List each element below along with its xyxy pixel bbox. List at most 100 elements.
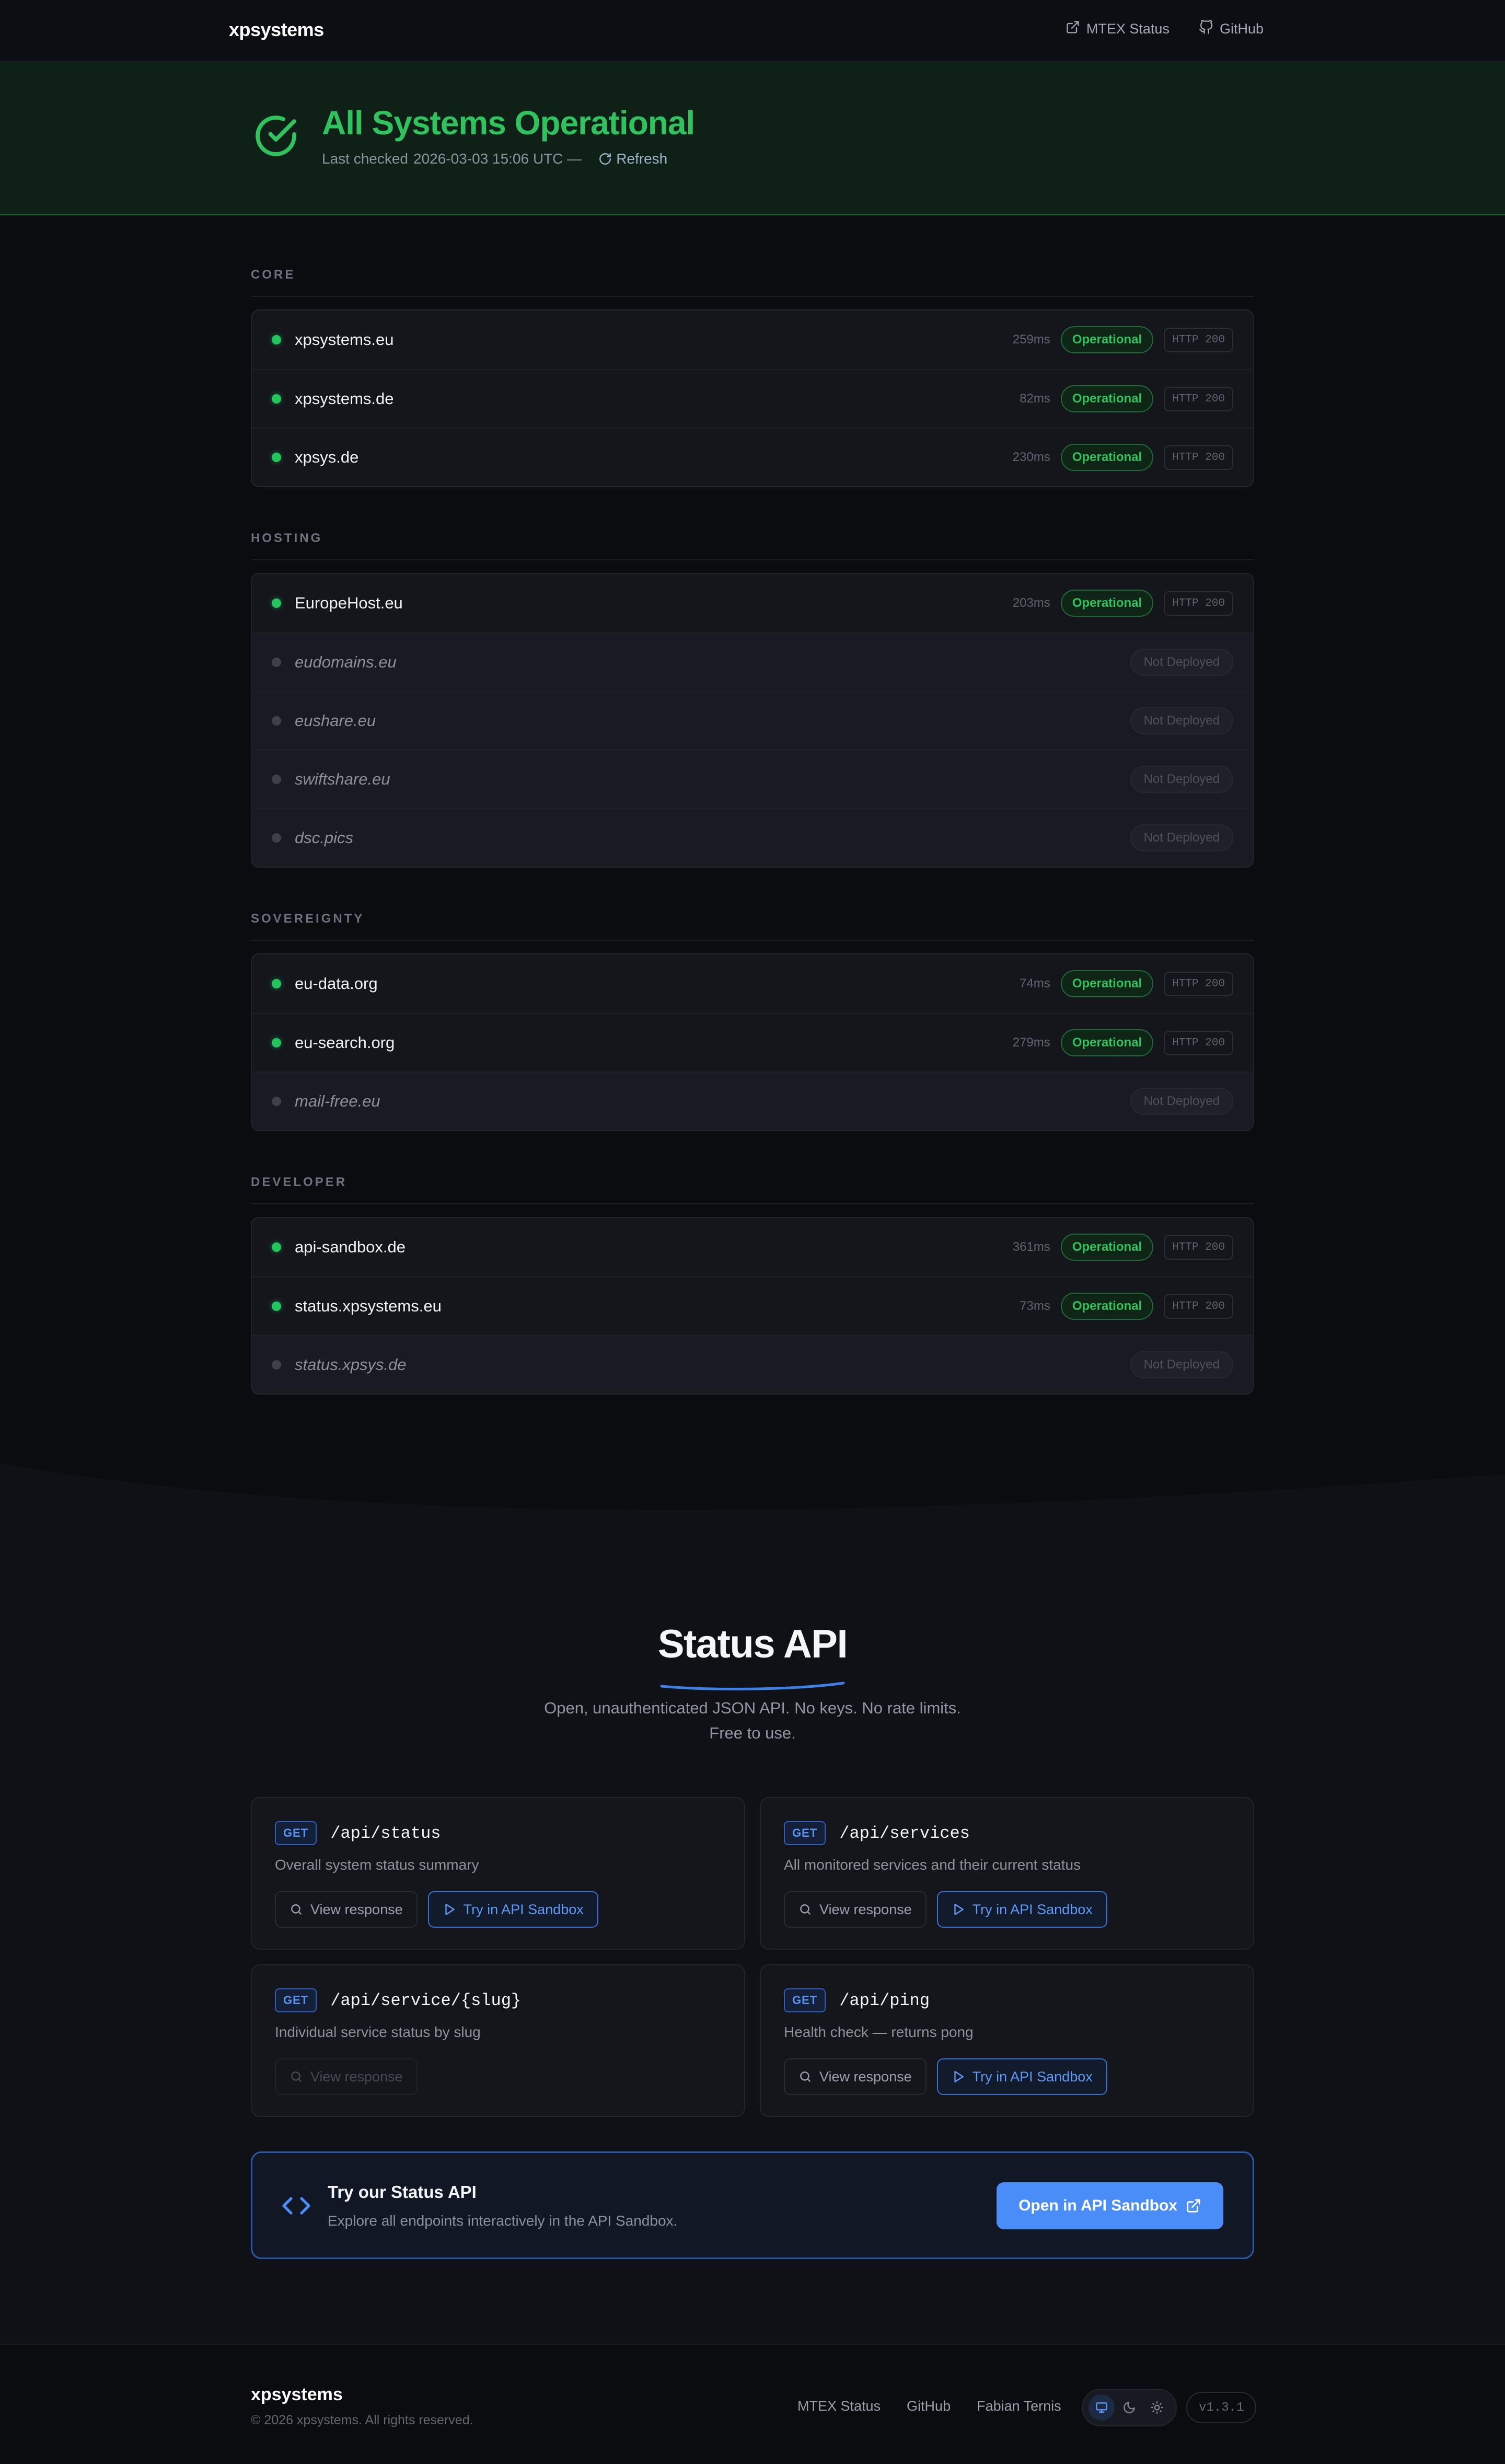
open-sandbox-button[interactable]: Open in API Sandbox <box>997 2182 1223 2229</box>
group-label-hosting: HOSTING <box>251 531 1254 560</box>
theme-light-button[interactable] <box>1144 2394 1170 2421</box>
footer-logo[interactable]: xpsystems <box>251 2385 343 2405</box>
service-row[interactable]: eushare.eu Not Deployed <box>252 691 1253 750</box>
endpoint-card: GET /api/ping Health check — returns pon… <box>760 1964 1254 2117</box>
status-dot <box>272 394 281 404</box>
status-badge: Not Deployed <box>1130 1088 1233 1115</box>
method-badge: GET <box>784 1821 826 1845</box>
service-row[interactable]: eu-search.org 279ms Operational HTTP 200 <box>252 1013 1253 1072</box>
version-badge: v1.3.1 <box>1186 2392 1257 2423</box>
view-response-button[interactable]: View response <box>275 1891 418 1928</box>
status-dot <box>272 1038 281 1047</box>
refresh-button[interactable]: Refresh <box>598 151 667 167</box>
theme-switcher <box>1082 2389 1177 2426</box>
endpoint-path: /api/status <box>330 1823 441 1843</box>
service-group-hosting: EuropeHost.eu 203ms Operational HTTP 200 e… <box>251 573 1254 868</box>
endpoint-description: All monitored services and their current… <box>784 1857 1081 1873</box>
endpoint-path: /api/services <box>839 1823 970 1843</box>
service-row[interactable]: dsc.pics Not Deployed <box>252 808 1253 867</box>
http-badge: HTTP 200 <box>1164 1294 1233 1319</box>
button-label: Try in API Sandbox <box>463 1901 584 1917</box>
button-label: Try in API Sandbox <box>972 1901 1093 1917</box>
copyright: © 2026 xpsystems. All rights reserved. <box>251 2413 473 2427</box>
status-badge: Operational <box>1060 590 1154 617</box>
service-row[interactable]: swiftshare.eu Not Deployed <box>252 750 1253 808</box>
endpoint-path: /api/ping <box>839 1990 930 2010</box>
view-response-button[interactable]: View response <box>784 1891 927 1928</box>
status-badge: Not Deployed <box>1130 1351 1233 1378</box>
check-circle-icon <box>256 116 296 156</box>
service-row[interactable]: mail-free.eu Not Deployed <box>252 1072 1253 1130</box>
status-badge: Operational <box>1060 970 1154 997</box>
group-label-sovereignty: SOVEREIGNTY <box>251 912 1254 941</box>
button-label: View response <box>819 2068 912 2085</box>
status-badge: Not Deployed <box>1130 707 1233 734</box>
footer-link-github[interactable]: GitHub <box>907 2398 951 2414</box>
api-description-line: Free to use. <box>709 1724 796 1742</box>
service-name: swiftshare.eu <box>295 770 390 788</box>
latency: 82ms <box>1020 392 1050 406</box>
endpoint-card: GET /api/status Overall system status su… <box>251 1797 745 1950</box>
theme-system-button[interactable] <box>1089 2394 1115 2421</box>
service-group-core: xpsystems.eu 259ms Operational HTTP 200 xp… <box>251 309 1254 487</box>
footer-link-fabian-ternis[interactable]: Fabian Ternis <box>977 2398 1061 2414</box>
service-row[interactable]: EuropeHost.eu 203ms Operational HTTP 200 <box>252 574 1253 632</box>
service-group-sovereignty: eu-data.org 74ms Operational HTTP 200 eu-s… <box>251 953 1254 1131</box>
service-name: xpsystems.de <box>295 389 394 408</box>
service-name: mail-free.eu <box>295 1092 380 1110</box>
api-section-description: Open, unauthenticated JSON API. No keys.… <box>0 1696 1505 1746</box>
service-name: xpsys.de <box>295 448 359 466</box>
search-icon <box>800 2071 811 2082</box>
api-section-title: Status API <box>657 1622 848 1666</box>
service-row[interactable]: status.xpsys.de Not Deployed <box>252 1335 1253 1394</box>
service-row[interactable]: xpsys.de 230ms Operational HTTP 200 <box>252 428 1253 486</box>
status-dot <box>272 1360 281 1369</box>
latency: 259ms <box>1012 332 1050 347</box>
api-sandbox-cta: Try our Status API Explore all endpoints… <box>251 2151 1254 2259</box>
http-badge: HTTP 200 <box>1164 386 1233 411</box>
http-badge: HTTP 200 <box>1164 445 1233 470</box>
http-badge: HTTP 200 <box>1164 327 1233 352</box>
try-sandbox-button[interactable]: Try in API Sandbox <box>936 1891 1107 1928</box>
status-dot <box>272 1242 281 1252</box>
github-icon <box>1199 19 1213 38</box>
service-row[interactable]: eudomains.eu Not Deployed <box>252 632 1253 691</box>
cta-description: Explore all endpoints interactively in t… <box>328 2213 678 2229</box>
status-dot <box>272 1302 281 1311</box>
play-icon <box>954 2071 964 2082</box>
service-row[interactable]: xpsystems.de 82ms Operational HTTP 200 <box>252 369 1253 428</box>
status-banner: All Systems Operational Last checked 202… <box>0 62 1505 215</box>
footer-link-mtex-status[interactable]: MTEX Status <box>797 2398 881 2414</box>
service-row[interactable]: xpsystems.eu 259ms Operational HTTP 200 <box>252 310 1253 369</box>
status-dot <box>272 335 281 344</box>
moon-icon <box>1124 2402 1135 2413</box>
service-group-developer: api-sandbox.de 361ms Operational HTTP 200 … <box>251 1217 1254 1395</box>
status-dot <box>272 979 281 988</box>
overall-status-title: All Systems Operational <box>322 104 695 142</box>
service-row[interactable]: api-sandbox.de 361ms Operational HTTP 200 <box>252 1218 1253 1276</box>
try-sandbox-button[interactable]: Try in API Sandbox <box>427 1891 598 1928</box>
site-logo[interactable]: xpsystems <box>229 19 324 41</box>
service-name: dsc.pics <box>295 828 353 847</box>
nav-link-github[interactable]: GitHub <box>1199 19 1264 38</box>
service-name: EuropeHost.eu <box>295 594 403 612</box>
last-checked-value: 2026-03-03 15:06 UTC — <box>413 151 582 167</box>
endpoint-path: /api/service/{slug} <box>330 1990 522 2010</box>
endpoint-card: GET /api/service/{slug} Individual servi… <box>251 1964 745 2117</box>
sun-icon <box>1150 2401 1163 2414</box>
status-badge: Not Deployed <box>1130 824 1233 851</box>
status-badge: Operational <box>1060 1234 1154 1261</box>
service-name: eu-search.org <box>295 1033 395 1052</box>
service-name: api-sandbox.de <box>295 1238 406 1256</box>
service-row[interactable]: status.xpsystems.eu 73ms Operational HTTP … <box>252 1276 1253 1335</box>
button-label: View response <box>819 1901 912 1917</box>
nav-link-mtex-status[interactable]: MTEX Status <box>1066 20 1170 38</box>
service-row[interactable]: eu-data.org 74ms Operational HTTP 200 <box>252 954 1253 1013</box>
view-response-button[interactable]: View response <box>784 2058 927 2095</box>
http-badge: HTTP 200 <box>1164 1030 1233 1055</box>
endpoint-description: Individual service status by slug <box>275 2024 481 2040</box>
try-sandbox-button[interactable]: Try in API Sandbox <box>936 2058 1107 2095</box>
theme-dark-button[interactable] <box>1116 2394 1142 2421</box>
service-name: eudomains.eu <box>295 653 397 671</box>
nav-links: MTEX Status GitHub <box>1066 19 1264 38</box>
